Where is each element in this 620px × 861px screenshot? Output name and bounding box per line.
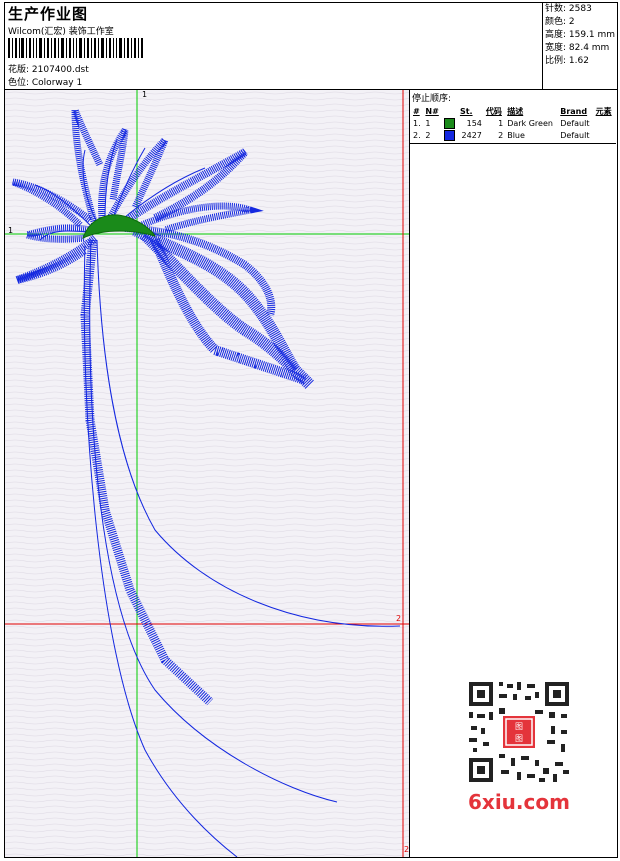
svg-text:图: 图 — [515, 734, 523, 743]
row-index: 1. — [413, 118, 421, 128]
col-stitches: St. — [459, 106, 473, 116]
row-needle: 1 — [425, 118, 431, 128]
col-description: 描述 — [507, 106, 524, 116]
site-watermark: 6xiu.com — [468, 790, 570, 814]
row-index: 2. — [413, 130, 421, 140]
stop-sequence-title: 停止顺序: — [412, 94, 452, 104]
table-row: 2. 2 2427 2 Blue Default — [411, 129, 615, 141]
embroidery-drawing — [5, 90, 409, 857]
col-brand: Brand — [560, 106, 588, 116]
col-element: 元素 — [595, 106, 612, 116]
row-brand: Default — [560, 118, 590, 128]
color-swatch — [443, 129, 455, 141]
design-scale: 比例: 1.62 — [545, 56, 589, 66]
marker-end: 2 — [396, 614, 402, 623]
stop-sequence-table: # N# St. 代码 描述 Brand 元素 1. 1 154 1 Dark … — [411, 105, 615, 141]
svg-text:图: 图 — [515, 722, 523, 731]
row-needle: 2 — [425, 130, 431, 140]
color-swatch — [443, 117, 455, 129]
row-stitches: 154 — [466, 118, 482, 128]
color-count: 颜色: 2 — [545, 17, 575, 27]
header: 生产作业图 Wilcom(汇宏) 装饰工作室 花版: 2107400.dst 色… — [5, 3, 543, 89]
table-row: 1. 1 154 1 Dark Green Default — [411, 117, 615, 129]
design-info: 针数: 2583 颜色: 2 高度: 159.1 mm 宽度: 82.4 mm … — [543, 3, 617, 89]
stitch-count: 针数: 2583 — [545, 4, 592, 14]
col-color — [442, 105, 458, 117]
col-code: 代码 — [485, 106, 502, 116]
design-file-name: 花版: 2107400.dst — [8, 65, 89, 75]
marker-left: 1 — [8, 226, 14, 235]
page-title: 生产作业图 — [8, 5, 89, 23]
qr-code: 图 图 — [465, 678, 573, 786]
design-height: 高度: 159.1 mm — [545, 30, 616, 40]
marker-top: 1 — [142, 90, 148, 99]
design-width: 宽度: 82.4 mm — [545, 43, 610, 53]
col-index: # — [413, 106, 420, 116]
row-code: 1 — [498, 118, 504, 128]
col-needle: N# — [425, 106, 439, 116]
company-name: Wilcom(汇宏) 装饰工作室 — [8, 27, 114, 37]
row-description: Dark Green — [507, 118, 553, 128]
row-brand: Default — [560, 130, 590, 140]
panel-divider — [410, 143, 616, 144]
row-code: 2 — [498, 130, 504, 140]
row-stitches: 2427 — [461, 130, 482, 140]
barcode — [8, 38, 143, 58]
design-preview: 1 1 2 2 — [5, 90, 409, 857]
row-description: Blue — [507, 130, 525, 140]
table-header-row: # N# St. 代码 描述 Brand 元素 — [411, 105, 615, 117]
colorway-name: 色位: Colorway 1 — [8, 78, 83, 88]
